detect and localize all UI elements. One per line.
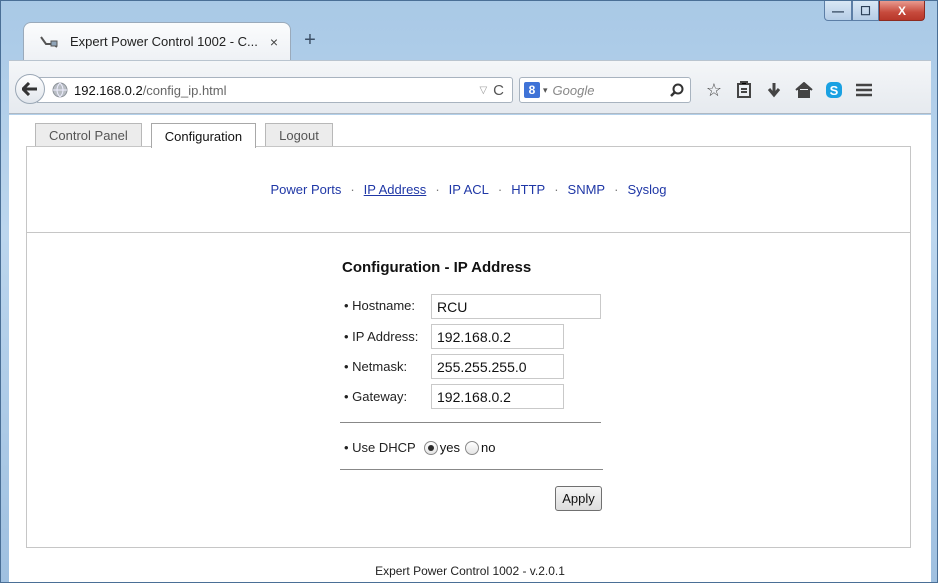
url-bar[interactable]: 192.168.0.2 /config_ip.html ▽ C [37, 77, 513, 103]
subnav-syslog[interactable]: Syslog [627, 182, 666, 197]
browser-tab[interactable]: Expert Power Control 1002 - C... × [23, 22, 291, 60]
search-bar[interactable]: 8 ▾ Google [519, 77, 691, 103]
window-controls: — ☐ X [824, 1, 925, 21]
subnav-separator: · [435, 182, 440, 197]
gateway-input[interactable] [431, 384, 564, 409]
download-icon[interactable] [759, 75, 789, 105]
subnav-separator: · [614, 182, 619, 197]
dhcp-no-radio[interactable] [464, 440, 479, 455]
subnav-snmp[interactable]: SNMP [568, 182, 606, 197]
subnav-separator: · [497, 182, 503, 197]
ip-address-input[interactable] [431, 324, 564, 349]
tab-logout[interactable]: Logout [265, 123, 333, 147]
ip-address-row: • IP Address: [344, 329, 418, 344]
search-icon[interactable] [670, 83, 684, 97]
ip-address-label: • IP Address: [344, 329, 419, 344]
dhcp-label: • Use DHCP [344, 440, 416, 455]
new-tab-button[interactable]: + [297, 27, 323, 53]
config-subnav: Power Ports · IP Address · IP ACL · HTTP… [27, 147, 910, 233]
divider-top [340, 422, 601, 423]
gateway-row: • Gateway: [344, 389, 407, 404]
configuration-panel: Power Ports · IP Address · IP ACL · HTTP… [26, 146, 911, 548]
skype-icon[interactable]: S [819, 75, 849, 105]
tab-control-panel[interactable]: Control Panel [35, 123, 142, 147]
tab-configuration[interactable]: Configuration [150, 123, 257, 148]
netmask-row: • Netmask: [344, 359, 407, 374]
engine-dropdown-icon[interactable]: ▾ [543, 85, 548, 96]
menu-icon[interactable] [849, 75, 879, 105]
hostname-row: • Hostname: [344, 298, 415, 313]
page-viewport: Control Panel Configuration Logout Power… [9, 115, 931, 582]
subnav-ip-acl[interactable]: IP ACL [449, 182, 489, 197]
divider-bottom [340, 469, 603, 470]
globe-icon [52, 82, 68, 98]
plug-favicon-icon [38, 33, 60, 51]
tab-title: Expert Power Control 1002 - C... [70, 34, 258, 49]
home-icon[interactable] [789, 75, 819, 105]
netmask-label: • Netmask: [344, 359, 408, 374]
url-history-dropdown-icon[interactable]: ▽ [479, 85, 487, 96]
navigation-toolbar: 192.168.0.2 /config_ip.html ▽ C 8 ▾ Goog… [9, 60, 931, 114]
minimize-button[interactable]: — [824, 1, 852, 21]
url-host: 192.168.0.2 [74, 82, 143, 98]
google-plus-engine-icon[interactable]: 8 [524, 82, 540, 98]
reading-list-icon[interactable] [729, 75, 759, 105]
form-title: Configuration - IP Address [342, 259, 532, 276]
tab-close-icon[interactable]: × [270, 34, 278, 50]
maximize-button[interactable]: ☐ [852, 1, 879, 21]
dhcp-yes-label: yes [439, 440, 460, 455]
hostname-input[interactable] [431, 294, 601, 319]
dhcp-no-label: no [480, 440, 496, 455]
subnav-power-ports[interactable]: Power Ports [271, 182, 342, 197]
dhcp-row: • Use DHCP yes no [344, 440, 500, 455]
title-bar: Expert Power Control 1002 - C... × + — ☐… [1, 1, 937, 63]
dhcp-yes-radio[interactable] [423, 440, 438, 455]
browser-window: Expert Power Control 1002 - C... × + — ☐… [0, 0, 938, 583]
svg-text:S: S [830, 83, 839, 98]
hostname-label: • Hostname: [344, 298, 416, 313]
subnav-separator: · [350, 182, 355, 197]
apply-button[interactable]: Apply [555, 486, 602, 511]
close-window-button[interactable]: X [879, 1, 925, 21]
back-arrow-icon[interactable] [15, 74, 45, 104]
subnav-http[interactable]: HTTP [511, 182, 545, 197]
search-placeholder: Google [552, 82, 595, 98]
reload-icon[interactable]: C [493, 82, 504, 99]
page-tabs: Control Panel Configuration Logout [35, 123, 342, 148]
subnav-separator: · [554, 182, 559, 197]
netmask-input[interactable] [431, 354, 564, 379]
subnav-ip-address[interactable]: IP Address [364, 182, 427, 197]
toolbar-icons: ☆ S [699, 75, 879, 105]
url-path: /config_ip.html [142, 82, 227, 98]
star-icon[interactable]: ☆ [699, 75, 729, 105]
gateway-label: • Gateway: [344, 389, 408, 404]
footer-version: Expert Power Control 1002 - v.2.0.1 [375, 564, 565, 578]
